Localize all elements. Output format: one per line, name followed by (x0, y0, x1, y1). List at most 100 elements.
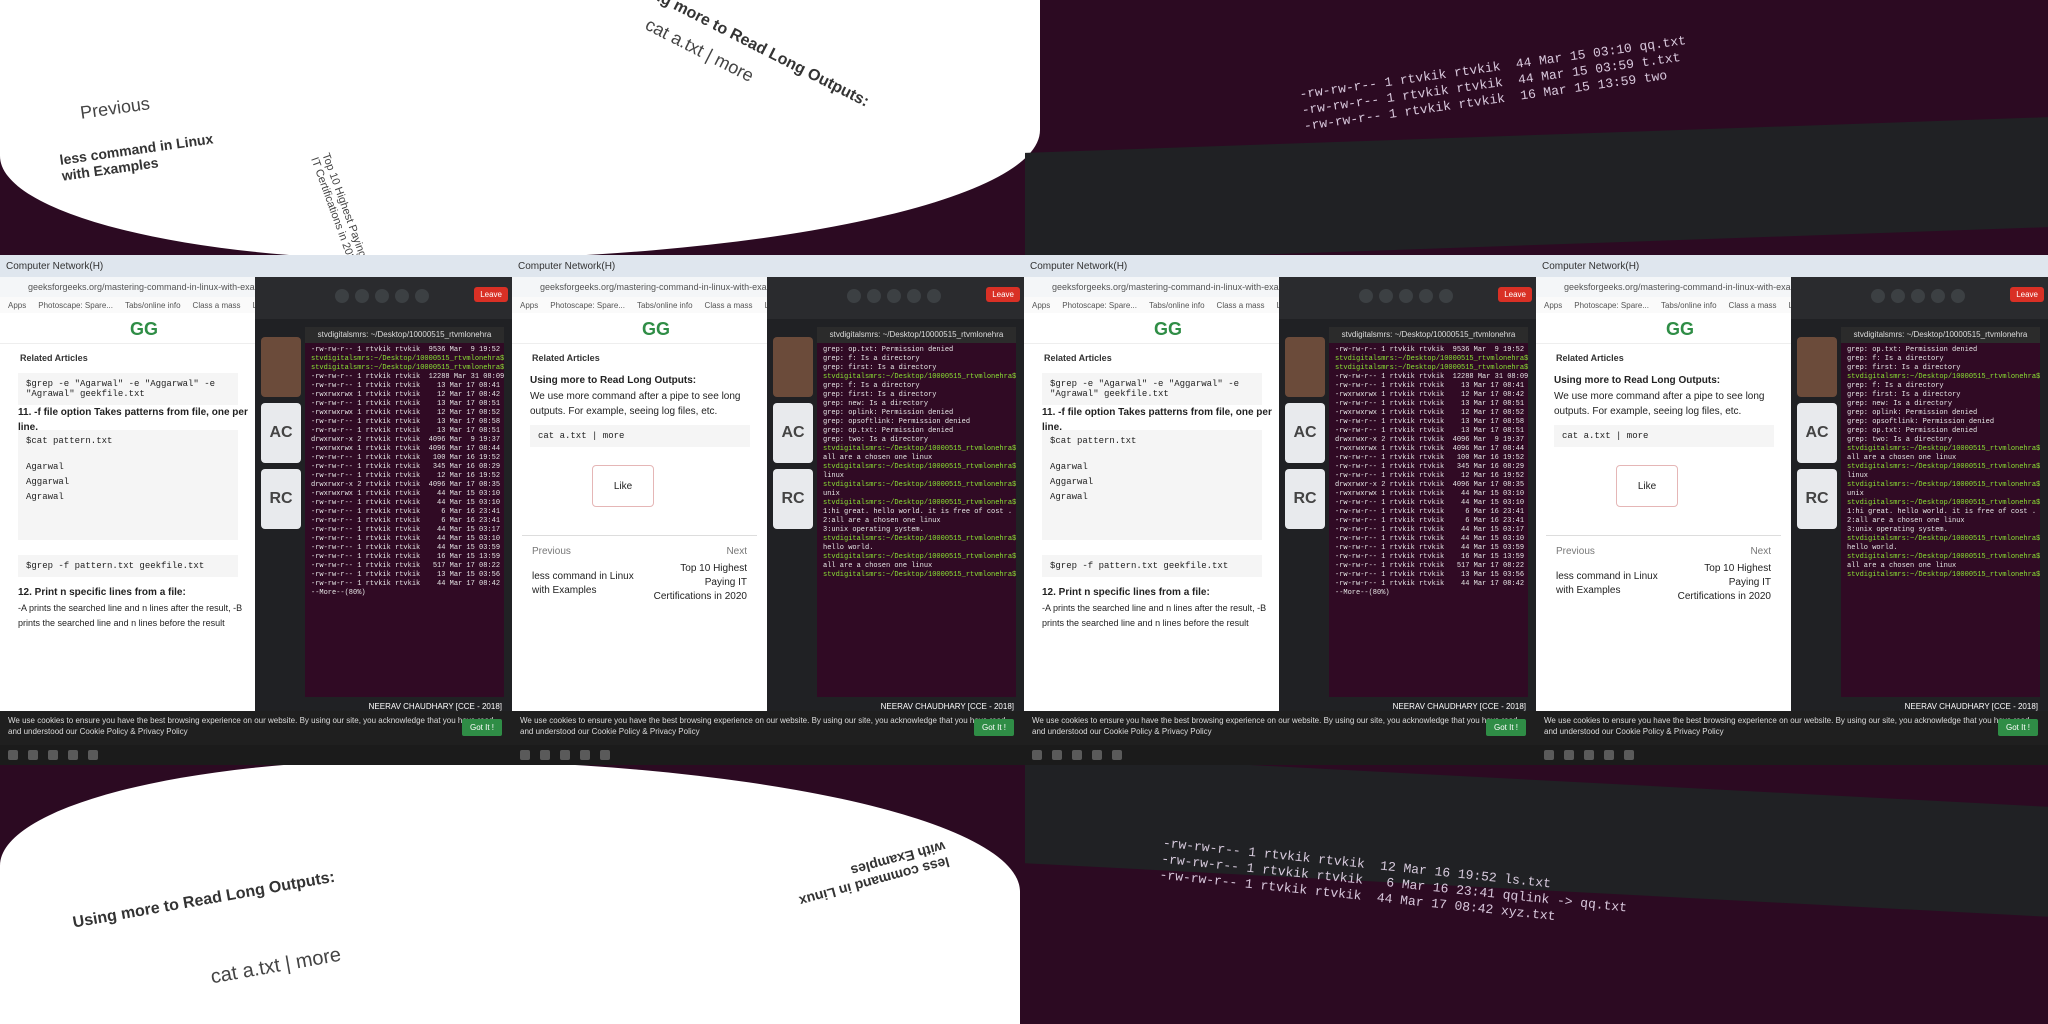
got-it-button[interactable]: Got It ! (1997, 719, 2038, 736)
search-icon[interactable] (1564, 750, 1574, 760)
mic-icon[interactable] (1359, 289, 1373, 303)
participant-tile-ac[interactable]: AC (261, 403, 301, 463)
people-icon[interactable] (907, 289, 921, 303)
related-articles-link[interactable]: Related Articles (532, 353, 600, 363)
like-button[interactable]: Like (1616, 465, 1678, 507)
related-articles-link[interactable]: Related Articles (1556, 353, 1624, 363)
terminal-window[interactable]: stvdigitalsmrs: ~/Desktop/10000515_rtvml… (1841, 327, 2040, 697)
site-logo[interactable]: GG (130, 319, 158, 340)
hand-icon[interactable] (887, 289, 901, 303)
mic-icon[interactable] (847, 289, 861, 303)
tab-label[interactable]: Computer Network(H) (518, 261, 615, 272)
participant-tile-ac[interactable]: AC (1797, 403, 1837, 463)
tab-label[interactable]: Computer Network(H) (6, 261, 103, 272)
bookmark-item[interactable]: Tabs/online info (125, 301, 181, 310)
participant-tile-ac[interactable]: AC (1285, 403, 1325, 463)
tab-label[interactable]: Computer Network(H) (1030, 261, 1127, 272)
terminal-window[interactable]: stvdigitalsmrs: ~/Desktop/10000515_rtvml… (817, 327, 1016, 697)
like-button[interactable]: Like (592, 465, 654, 507)
windows-start-icon[interactable] (1544, 750, 1554, 760)
mic-icon[interactable] (335, 289, 349, 303)
leave-button[interactable]: Leave (986, 287, 1020, 302)
bookmark-item[interactable]: Apps (520, 301, 538, 310)
terminal-window[interactable]: stvdigitalsmrs: ~/Desktop/10000515_rtvml… (1329, 327, 1528, 697)
related-articles-link[interactable]: Related Articles (1044, 353, 1112, 363)
hand-icon[interactable] (375, 289, 389, 303)
previous-article-title[interactable]: less command in Linux with Examples (532, 570, 642, 598)
bookmark-item[interactable]: Photoscape: Spare... (38, 301, 113, 310)
chat-icon[interactable] (1439, 289, 1453, 303)
folder-icon[interactable] (600, 750, 610, 760)
previous-link[interactable]: Previous (1556, 546, 1595, 557)
tab-label[interactable]: Computer Network(H) (1542, 261, 1639, 272)
bookmark-item[interactable]: Tabs/online info (1661, 301, 1717, 310)
bookmark-item[interactable]: Apps (8, 301, 26, 310)
chat-icon[interactable] (415, 289, 429, 303)
folder-icon[interactable] (1624, 750, 1634, 760)
bookmark-item[interactable]: Photoscape: Spare... (550, 301, 625, 310)
taskview-icon[interactable] (1072, 750, 1082, 760)
terminal-window[interactable]: stvdigitalsmrs: ~/Desktop/10000515_rtvml… (305, 327, 504, 697)
bookmark-item[interactable]: Class a mass (193, 301, 241, 310)
participant-video[interactable] (773, 337, 813, 397)
people-icon[interactable] (395, 289, 409, 303)
camera-icon[interactable] (1891, 289, 1905, 303)
windows-start-icon[interactable] (8, 750, 18, 760)
camera-icon[interactable] (1379, 289, 1393, 303)
participant-tile-rc[interactable]: RC (1797, 469, 1837, 529)
related-articles-link[interactable]: Related Articles (20, 353, 88, 363)
bookmark-item[interactable]: Class a mass (1729, 301, 1777, 310)
next-link[interactable]: Next (1750, 546, 1771, 557)
chrome-icon[interactable] (1604, 750, 1614, 760)
chrome-icon[interactable] (1092, 750, 1102, 760)
people-icon[interactable] (1419, 289, 1433, 303)
chrome-icon[interactable] (580, 750, 590, 760)
people-icon[interactable] (1931, 289, 1945, 303)
search-icon[interactable] (28, 750, 38, 760)
site-logo[interactable]: GG (642, 319, 670, 340)
got-it-button[interactable]: Got It ! (973, 719, 1014, 736)
search-icon[interactable] (540, 750, 550, 760)
windows-start-icon[interactable] (520, 750, 530, 760)
hand-icon[interactable] (1911, 289, 1925, 303)
camera-icon[interactable] (355, 289, 369, 303)
bookmark-item[interactable]: Tabs/online info (1149, 301, 1205, 310)
bookmark-item[interactable]: Class a mass (705, 301, 753, 310)
site-logo[interactable]: GG (1666, 319, 1694, 340)
chrome-icon[interactable] (68, 750, 78, 760)
leave-button[interactable]: Leave (474, 287, 508, 302)
participant-tile-ac[interactable]: AC (773, 403, 813, 463)
hand-icon[interactable] (1399, 289, 1413, 303)
leave-button[interactable]: Leave (2010, 287, 2044, 302)
taskview-icon[interactable] (48, 750, 58, 760)
mic-icon[interactable] (1871, 289, 1885, 303)
bookmark-item[interactable]: Photoscape: Spare... (1574, 301, 1649, 310)
next-link[interactable]: Next (726, 546, 747, 557)
bookmark-item[interactable]: Class a mass (1217, 301, 1265, 310)
got-it-button[interactable]: Got It ! (461, 719, 502, 736)
folder-icon[interactable] (88, 750, 98, 760)
previous-link[interactable]: Previous (532, 546, 571, 557)
leave-button[interactable]: Leave (1498, 287, 1532, 302)
participant-video[interactable] (1285, 337, 1325, 397)
participant-video[interactable] (1797, 337, 1837, 397)
next-article-title[interactable]: Top 10 Highest Paying IT Certifications … (1671, 562, 1771, 604)
participant-tile-rc[interactable]: RC (261, 469, 301, 529)
taskview-icon[interactable] (1584, 750, 1594, 760)
bookmark-item[interactable]: Apps (1544, 301, 1562, 310)
windows-start-icon[interactable] (1032, 750, 1042, 760)
bookmark-item[interactable]: Photoscape: Spare... (1062, 301, 1137, 310)
got-it-button[interactable]: Got It ! (1485, 719, 1526, 736)
search-icon[interactable] (1052, 750, 1062, 760)
next-article-title[interactable]: Top 10 Highest Paying IT Certifications … (647, 562, 747, 604)
participant-video[interactable] (261, 337, 301, 397)
participant-tile-rc[interactable]: RC (773, 469, 813, 529)
taskview-icon[interactable] (560, 750, 570, 760)
site-logo[interactable]: GG (1154, 319, 1182, 340)
previous-article-title[interactable]: less command in Linux with Examples (1556, 570, 1666, 598)
chat-icon[interactable] (927, 289, 941, 303)
participant-tile-rc[interactable]: RC (1285, 469, 1325, 529)
bookmark-item[interactable]: Apps (1032, 301, 1050, 310)
camera-icon[interactable] (867, 289, 881, 303)
chat-icon[interactable] (1951, 289, 1965, 303)
